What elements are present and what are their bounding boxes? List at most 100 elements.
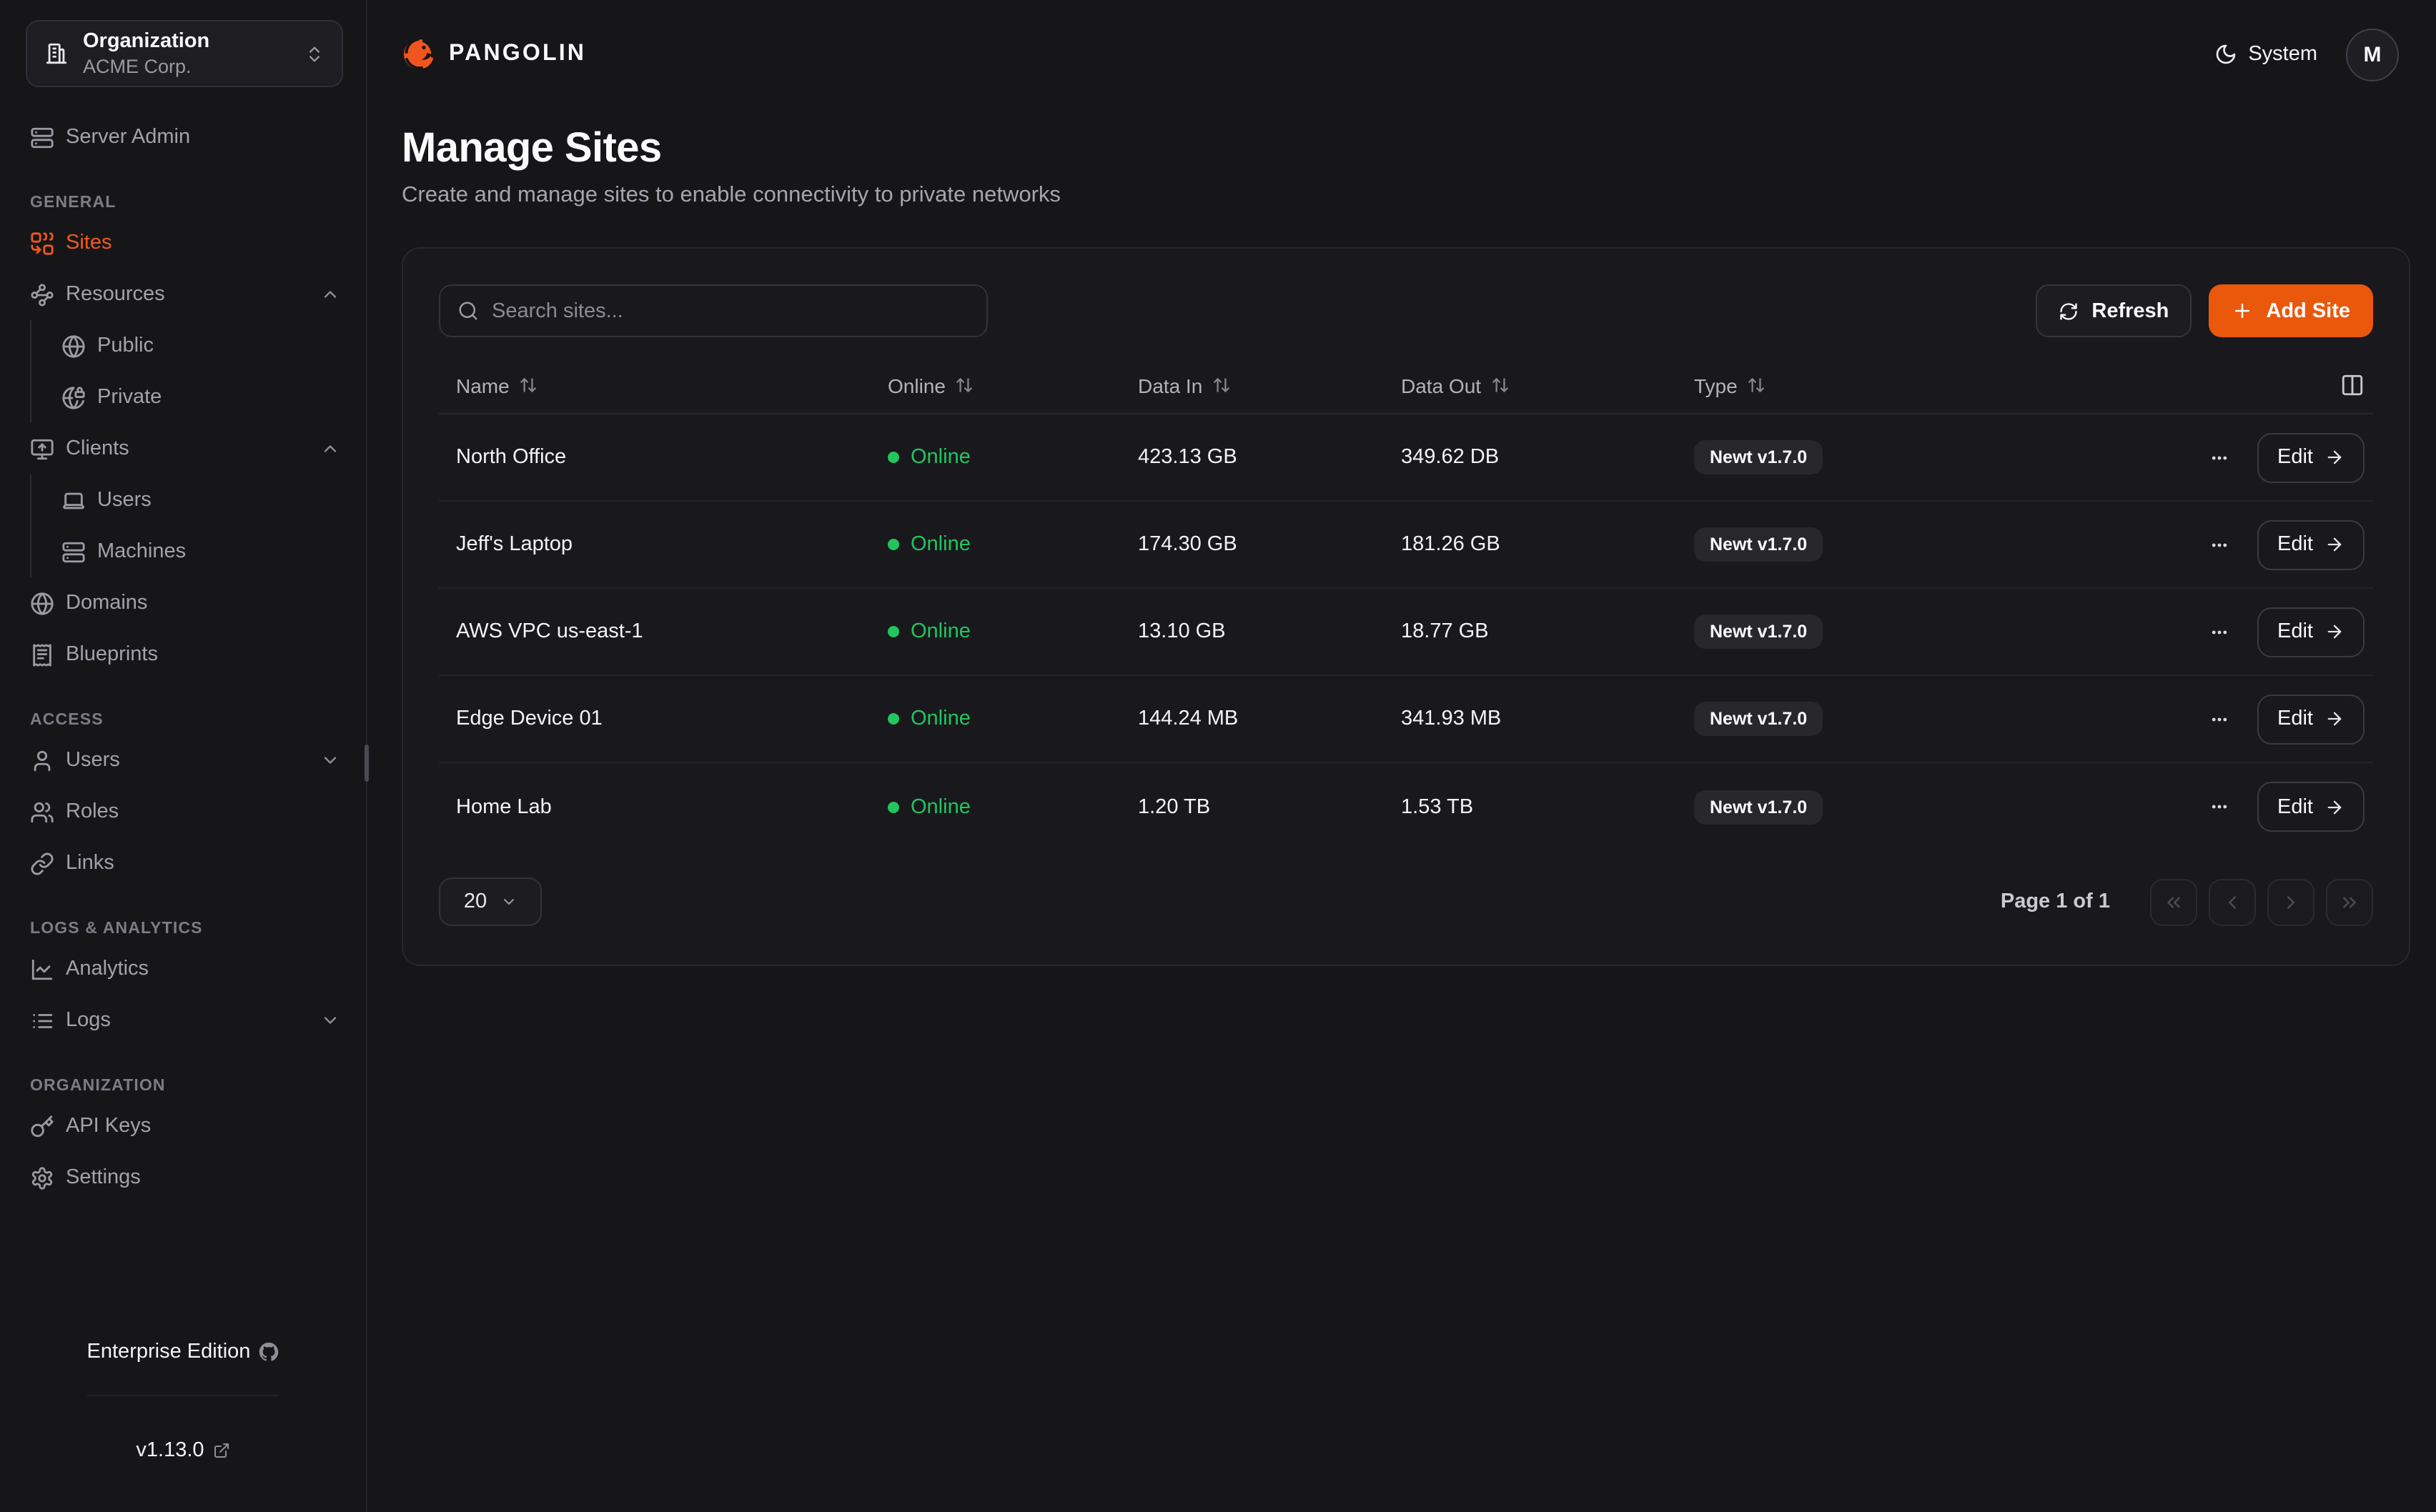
version-link[interactable]: v1.13.0 bbox=[136, 1406, 229, 1493]
sidebar-item-users[interactable]: Users bbox=[61, 474, 343, 526]
sidebar-footer: Enterprise Edition v1.13.0 bbox=[0, 1309, 366, 1493]
row-menu-button[interactable] bbox=[2207, 445, 2232, 469]
sidebar-item-settings[interactable]: Settings bbox=[30, 1152, 343, 1203]
sort-icon[interactable] bbox=[1491, 376, 1510, 394]
site-name: Home Lab bbox=[439, 795, 888, 818]
chart-line-icon bbox=[30, 957, 54, 981]
version-label: v1.13.0 bbox=[136, 1438, 204, 1461]
sidebar-item-server-admin[interactable]: Server Admin bbox=[30, 111, 343, 163]
arrow-right-icon bbox=[2324, 447, 2345, 467]
brand-name: PANGOLIN bbox=[449, 41, 586, 67]
add-site-label: Add Site bbox=[2266, 299, 2350, 322]
sidebar-resize-handle[interactable] bbox=[365, 745, 369, 782]
link-icon bbox=[30, 851, 54, 875]
edit-button[interactable]: Edit bbox=[2257, 432, 2365, 482]
chevron-down-icon bbox=[320, 750, 340, 770]
table-row[interactable]: Edge Device 01 Online 144.24 MB 341.93 M… bbox=[439, 676, 2373, 763]
table-row[interactable]: AWS VPC us-east-1 Online 13.10 GB 18.77 … bbox=[439, 589, 2373, 676]
add-site-button[interactable]: Add Site bbox=[2209, 284, 2373, 337]
refresh-button[interactable]: Refresh bbox=[2036, 284, 2192, 337]
sidebar-item-logs[interactable]: Logs bbox=[30, 995, 343, 1046]
search-input[interactable] bbox=[492, 299, 969, 322]
table-row[interactable]: Home Lab Online 1.20 TB 1.53 TB Newt v1.… bbox=[439, 763, 2373, 850]
sidebar-item-api-keys[interactable]: API Keys bbox=[30, 1100, 343, 1152]
sidebar-item-label: Machines bbox=[97, 540, 186, 563]
edit-button[interactable]: Edit bbox=[2257, 782, 2365, 832]
sidebar-item-machines[interactable]: Machines bbox=[61, 526, 343, 577]
online-dot-icon bbox=[888, 452, 899, 463]
edition-link[interactable]: Enterprise Edition bbox=[87, 1309, 279, 1396]
theme-toggle[interactable]: System bbox=[2214, 43, 2317, 66]
previous-page-button[interactable] bbox=[2209, 878, 2256, 925]
sort-icon[interactable] bbox=[956, 376, 974, 394]
edit-label: Edit bbox=[2277, 795, 2313, 818]
site-data-out: 181.26 GB bbox=[1401, 533, 1694, 556]
building-icon bbox=[44, 41, 69, 66]
moon-icon bbox=[2214, 43, 2237, 66]
edit-button[interactable]: Edit bbox=[2257, 607, 2365, 657]
sidebar-item-label: Links bbox=[66, 852, 114, 875]
sidebar-item-sites[interactable]: Sites bbox=[30, 217, 343, 269]
table-row[interactable]: North Office Online 423.13 GB 349.62 DB … bbox=[439, 414, 2373, 502]
row-actions: Edit bbox=[2009, 694, 2373, 744]
chevrons-up-down-icon bbox=[304, 44, 325, 64]
status-label: Online bbox=[911, 620, 971, 643]
sidebar-item-links[interactable]: Links bbox=[30, 837, 343, 889]
page-size-select[interactable]: 20 bbox=[439, 877, 542, 926]
columns-icon[interactable] bbox=[2340, 373, 2365, 397]
organization-value: ACME Corp. bbox=[83, 55, 290, 79]
table-header-row: Name Online Data In Data Out Type bbox=[439, 357, 2373, 414]
nav-section-label: GENERAL bbox=[30, 194, 343, 212]
server-icon bbox=[30, 125, 54, 149]
sidebar-item-public[interactable]: Public bbox=[61, 320, 343, 372]
next-page-button[interactable] bbox=[2267, 878, 2314, 925]
globe-lock-icon bbox=[61, 385, 86, 409]
page-info: Page 1 of 1 bbox=[2001, 890, 2110, 913]
row-menu-button[interactable] bbox=[2207, 620, 2232, 644]
sidebar-item-resources[interactable]: Resources bbox=[30, 269, 343, 320]
sidebar-item-analytics[interactable]: Analytics bbox=[30, 943, 343, 995]
organization-selector[interactable]: Organization ACME Corp. bbox=[26, 20, 343, 87]
sidebar-item-private[interactable]: Private bbox=[61, 372, 343, 423]
sort-icon[interactable] bbox=[1212, 376, 1231, 394]
row-menu-button[interactable] bbox=[2207, 532, 2232, 557]
sidebar-item-domains[interactable]: Domains bbox=[30, 577, 343, 629]
last-page-button[interactable] bbox=[2326, 878, 2373, 925]
sidebar-item-label: Users bbox=[97, 489, 152, 512]
sidebar-item-label: Settings bbox=[66, 1166, 141, 1189]
online-dot-icon bbox=[888, 801, 899, 812]
chevron-up-icon bbox=[320, 284, 340, 304]
status-label: Online bbox=[911, 707, 971, 730]
sidebar-item-blueprints[interactable]: Blueprints bbox=[30, 629, 343, 680]
topbar-right: System M bbox=[2214, 28, 2399, 81]
row-actions: Edit bbox=[2009, 432, 2373, 482]
first-page-button[interactable] bbox=[2150, 878, 2197, 925]
site-status: Online bbox=[888, 533, 1138, 556]
table-row[interactable]: Jeff's Laptop Online 174.30 GB 181.26 GB… bbox=[439, 502, 2373, 589]
sidebar-item-clients[interactable]: Clients bbox=[30, 423, 343, 474]
sort-icon[interactable] bbox=[520, 376, 538, 394]
sidebar-item-label: Private bbox=[97, 386, 162, 409]
brand[interactable]: PANGOLIN bbox=[402, 37, 586, 71]
globe-icon bbox=[30, 591, 54, 615]
sidebar-item-users[interactable]: Users bbox=[30, 735, 343, 786]
logs-icon bbox=[30, 1008, 54, 1033]
row-actions: Edit bbox=[2009, 607, 2373, 657]
site-type: Newt v1.7.0 bbox=[1694, 527, 2009, 562]
sidebar-subitems: Public Private bbox=[30, 320, 343, 423]
row-menu-button[interactable] bbox=[2207, 795, 2232, 819]
edit-button[interactable]: Edit bbox=[2257, 519, 2365, 570]
sort-icon[interactable] bbox=[1748, 376, 1766, 394]
sidebar-item-label: Server Admin bbox=[66, 126, 190, 149]
users-icon bbox=[30, 800, 54, 824]
pagination: 20 Page 1 of 1 bbox=[439, 877, 2373, 926]
avatar[interactable]: M bbox=[2346, 28, 2399, 81]
sidebar-item-roles[interactable]: Roles bbox=[30, 786, 343, 837]
type-badge: Newt v1.7.0 bbox=[1694, 790, 1823, 824]
row-menu-button[interactable] bbox=[2207, 707, 2232, 731]
user-icon bbox=[30, 748, 54, 772]
site-data-in: 1.20 TB bbox=[1138, 795, 1401, 818]
plus-icon bbox=[2232, 300, 2253, 322]
edit-button[interactable]: Edit bbox=[2257, 694, 2365, 744]
combine-icon bbox=[30, 231, 54, 255]
